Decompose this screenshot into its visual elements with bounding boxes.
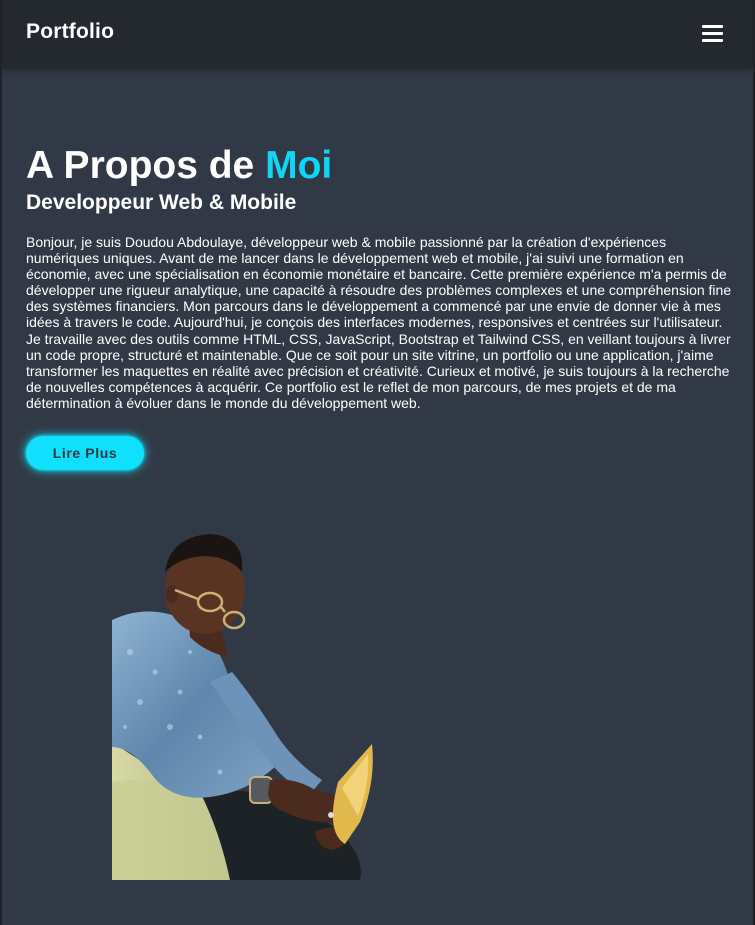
about-bio: Bonjour, je suis Doudou Abdoulaye, dével…: [26, 234, 732, 411]
about-heading: A Propos de Moi: [26, 143, 332, 189]
about-subtitle: Developpeur Web & Mobile: [26, 191, 297, 214]
navbar: Portfolio: [2, 0, 753, 68]
hamburger-menu-icon[interactable]: [700, 24, 724, 44]
menu-line: [702, 39, 723, 42]
page: Portfolio A Propos de Moi Developpeur We…: [2, 0, 753, 925]
about-heading-prefix: A Propos de: [26, 144, 266, 187]
brand-logo[interactable]: Portfolio: [26, 20, 114, 44]
profile-photo: [112, 534, 373, 880]
menu-line: [702, 32, 723, 35]
about-heading-accent: Moi: [265, 144, 333, 187]
read-more-button[interactable]: Lire Plus: [26, 436, 144, 470]
menu-line: [702, 25, 723, 28]
